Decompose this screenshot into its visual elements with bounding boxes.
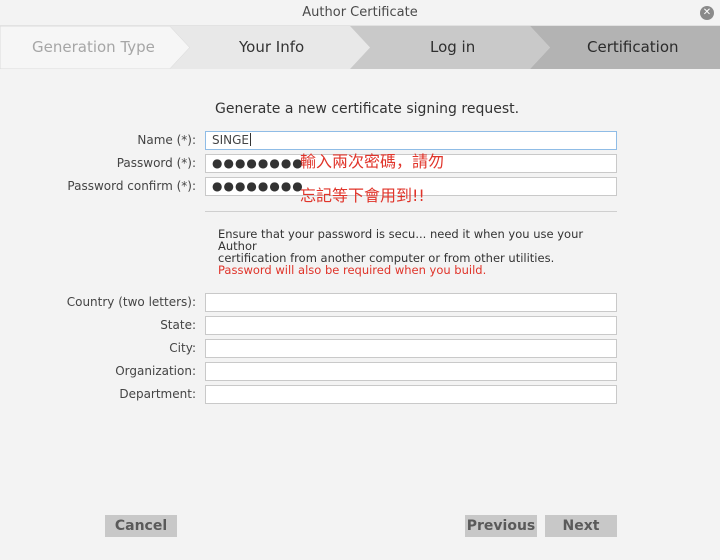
title-bar: Author Certificate ✕ (0, 0, 720, 26)
organization-label: Organization: (115, 364, 196, 378)
state-label: State: (160, 318, 196, 332)
cancel-button[interactable]: Cancel (105, 515, 177, 537)
password-value: ●●●●●●●● (212, 156, 304, 170)
next-button[interactable]: Next (545, 515, 617, 537)
password-confirm-value: ●●●●●●●● (212, 179, 304, 193)
organization-input[interactable] (205, 362, 617, 381)
divider (205, 211, 617, 212)
close-icon[interactable]: ✕ (700, 6, 714, 20)
annotation-line-2: 忘記等下會用到!! (300, 186, 425, 205)
country-label: Country (two letters): (66, 295, 196, 309)
note-line-1: Ensure that your password is secu... nee… (218, 227, 584, 253)
note-warning: Password will also be required when you … (218, 263, 487, 277)
name-value: SINGE (212, 133, 250, 147)
previous-button[interactable]: Previous (465, 515, 537, 537)
city-input[interactable] (205, 339, 617, 358)
annotation-line-1: 輸入兩次密碼，請勿 (300, 152, 445, 171)
password-note: Ensure that your password is secu... nee… (218, 228, 618, 276)
text-caret (250, 133, 252, 146)
wizard-steps: Generation Type Your Info Log in Certifi… (0, 26, 720, 69)
step-generation-type: Generation Type (32, 38, 155, 56)
department-input[interactable] (205, 385, 617, 404)
step-certification: Certification (587, 38, 679, 56)
password-confirm-label: Password confirm (*): (67, 179, 196, 193)
form-heading: Generate a new certificate signing reque… (215, 101, 520, 117)
password-label: Password (*): (116, 156, 196, 170)
step-log-in: Log in (430, 38, 476, 56)
city-label: City: (169, 341, 196, 355)
step-your-info: Your Info (239, 38, 305, 56)
state-input[interactable] (205, 316, 617, 335)
country-input[interactable] (205, 293, 617, 312)
name-label: Name (*): (137, 133, 196, 147)
department-label: Department: (119, 387, 196, 401)
window-title: Author Certificate (302, 5, 418, 20)
